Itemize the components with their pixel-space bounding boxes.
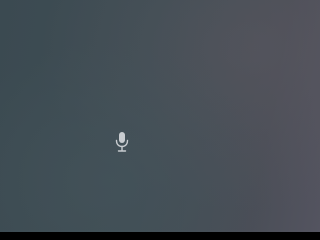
voice-input-button[interactable]: [112, 130, 132, 154]
video-feed: [0, 0, 320, 232]
microphone-icon: [114, 131, 130, 153]
bottom-bar: [0, 232, 320, 240]
camera-preview-screen: [0, 0, 320, 240]
